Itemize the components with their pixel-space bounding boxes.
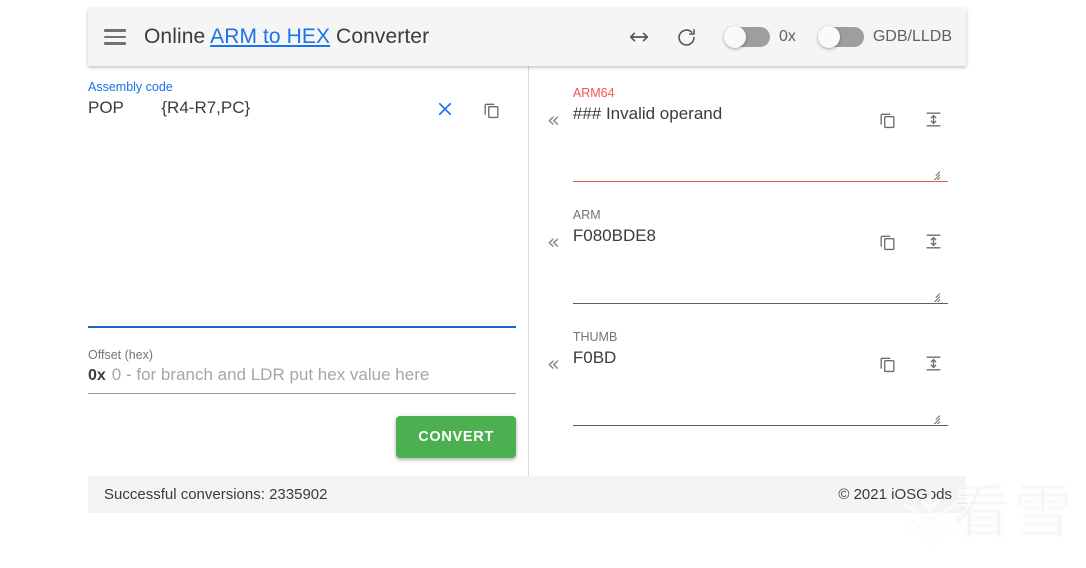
watermark-text: 看雪 bbox=[952, 481, 1076, 543]
assembly-actions bbox=[430, 94, 506, 124]
resize-grip[interactable] bbox=[929, 413, 940, 424]
convert-button[interactable]: CONVERT bbox=[396, 416, 516, 458]
copy-icon[interactable] bbox=[476, 94, 506, 124]
assembly-code-field[interactable]: Assembly code POP {R4-R7,PC} bbox=[88, 80, 516, 328]
input-panel: Assembly code POP {R4-R7,PC} bbox=[88, 66, 528, 476]
assembly-focus-underline bbox=[88, 326, 516, 328]
title-prefix: Online bbox=[144, 25, 210, 48]
conversion-counter: Successful conversions: 2335902 bbox=[104, 486, 327, 503]
toggle-gdb-lldb[interactable] bbox=[818, 26, 864, 48]
offset-field[interactable]: Offset (hex) 0x 0 - for branch and LDR p… bbox=[88, 348, 516, 394]
output-block-arm64: « ARM64 ### Invalid operand bbox=[529, 80, 966, 202]
offset-underline bbox=[88, 393, 516, 394]
chevron-double-left-icon[interactable]: « bbox=[547, 232, 560, 253]
output-block-thumb: « THUMB F0BD bbox=[529, 324, 966, 446]
copy-icon[interactable] bbox=[872, 226, 902, 256]
chevron-double-left-icon[interactable]: « bbox=[547, 354, 560, 375]
horizontal-arrows-icon[interactable] bbox=[624, 22, 654, 52]
fit-height-icon[interactable] bbox=[918, 348, 948, 378]
chevron-double-left-icon[interactable]: « bbox=[547, 110, 560, 131]
copy-icon[interactable] bbox=[872, 348, 902, 378]
offset-label: Offset (hex) bbox=[88, 348, 516, 362]
assembly-code-label: Assembly code bbox=[88, 80, 516, 94]
offset-input[interactable]: 0 - for branch and LDR put hex value her… bbox=[112, 365, 430, 385]
hamburger-bar bbox=[104, 42, 126, 45]
arm-to-hex-link[interactable]: ARM to HEX bbox=[210, 25, 330, 48]
title-suffix: Converter bbox=[330, 25, 429, 48]
output-label-thumb: THUMB bbox=[573, 330, 966, 344]
output-body: THUMB F0BD bbox=[573, 324, 966, 446]
resize-grip[interactable] bbox=[929, 291, 940, 302]
close-icon[interactable] bbox=[430, 94, 460, 124]
copy-icon[interactable] bbox=[872, 104, 902, 134]
convert-row: CONVERT bbox=[88, 416, 516, 458]
hamburger-bar bbox=[104, 29, 126, 32]
output-underline-error bbox=[573, 181, 948, 182]
fit-height-icon[interactable] bbox=[918, 226, 948, 256]
output-body: ARM64 ### Invalid operand bbox=[573, 80, 966, 202]
fit-height-icon[interactable] bbox=[918, 104, 948, 134]
output-panel: « ARM64 ### Invalid operand bbox=[529, 66, 966, 476]
toggle-0x-label: 0x bbox=[779, 28, 796, 46]
toggle-0x[interactable] bbox=[724, 26, 770, 48]
hamburger-icon[interactable] bbox=[104, 29, 126, 45]
output-actions bbox=[872, 348, 948, 378]
hamburger-bar bbox=[104, 36, 126, 39]
main-body: Assembly code POP {R4-R7,PC} bbox=[88, 66, 966, 476]
output-block-arm: « ARM F080BDE8 bbox=[529, 202, 966, 324]
offset-row: 0x 0 - for branch and LDR put hex value … bbox=[88, 365, 516, 385]
refresh-icon[interactable] bbox=[672, 22, 702, 52]
output-actions bbox=[872, 104, 948, 134]
toggle-knob bbox=[724, 26, 746, 48]
output-label-arm64: ARM64 bbox=[573, 86, 966, 100]
copyright-text: © 2021 iOSGods bbox=[838, 486, 952, 503]
output-label-arm: ARM bbox=[573, 208, 966, 222]
app-footer: Successful conversions: 2335902 © 2021 i… bbox=[88, 476, 966, 513]
page-title: Online ARM to HEX Converter bbox=[144, 25, 429, 49]
converter-app: Online ARM to HEX Converter bbox=[88, 8, 966, 513]
app-header: Online ARM to HEX Converter bbox=[88, 8, 966, 66]
offset-prefix: 0x bbox=[88, 367, 106, 385]
output-underline bbox=[573, 303, 948, 304]
resize-grip[interactable] bbox=[929, 169, 940, 180]
output-underline bbox=[573, 425, 948, 426]
output-actions bbox=[872, 226, 948, 256]
header-controls: 0x GDB/LLDB bbox=[624, 22, 952, 52]
toggle-gdb-lldb-label: GDB/LLDB bbox=[873, 28, 952, 46]
toggle-knob bbox=[818, 26, 840, 48]
output-body: ARM F080BDE8 bbox=[573, 202, 966, 324]
